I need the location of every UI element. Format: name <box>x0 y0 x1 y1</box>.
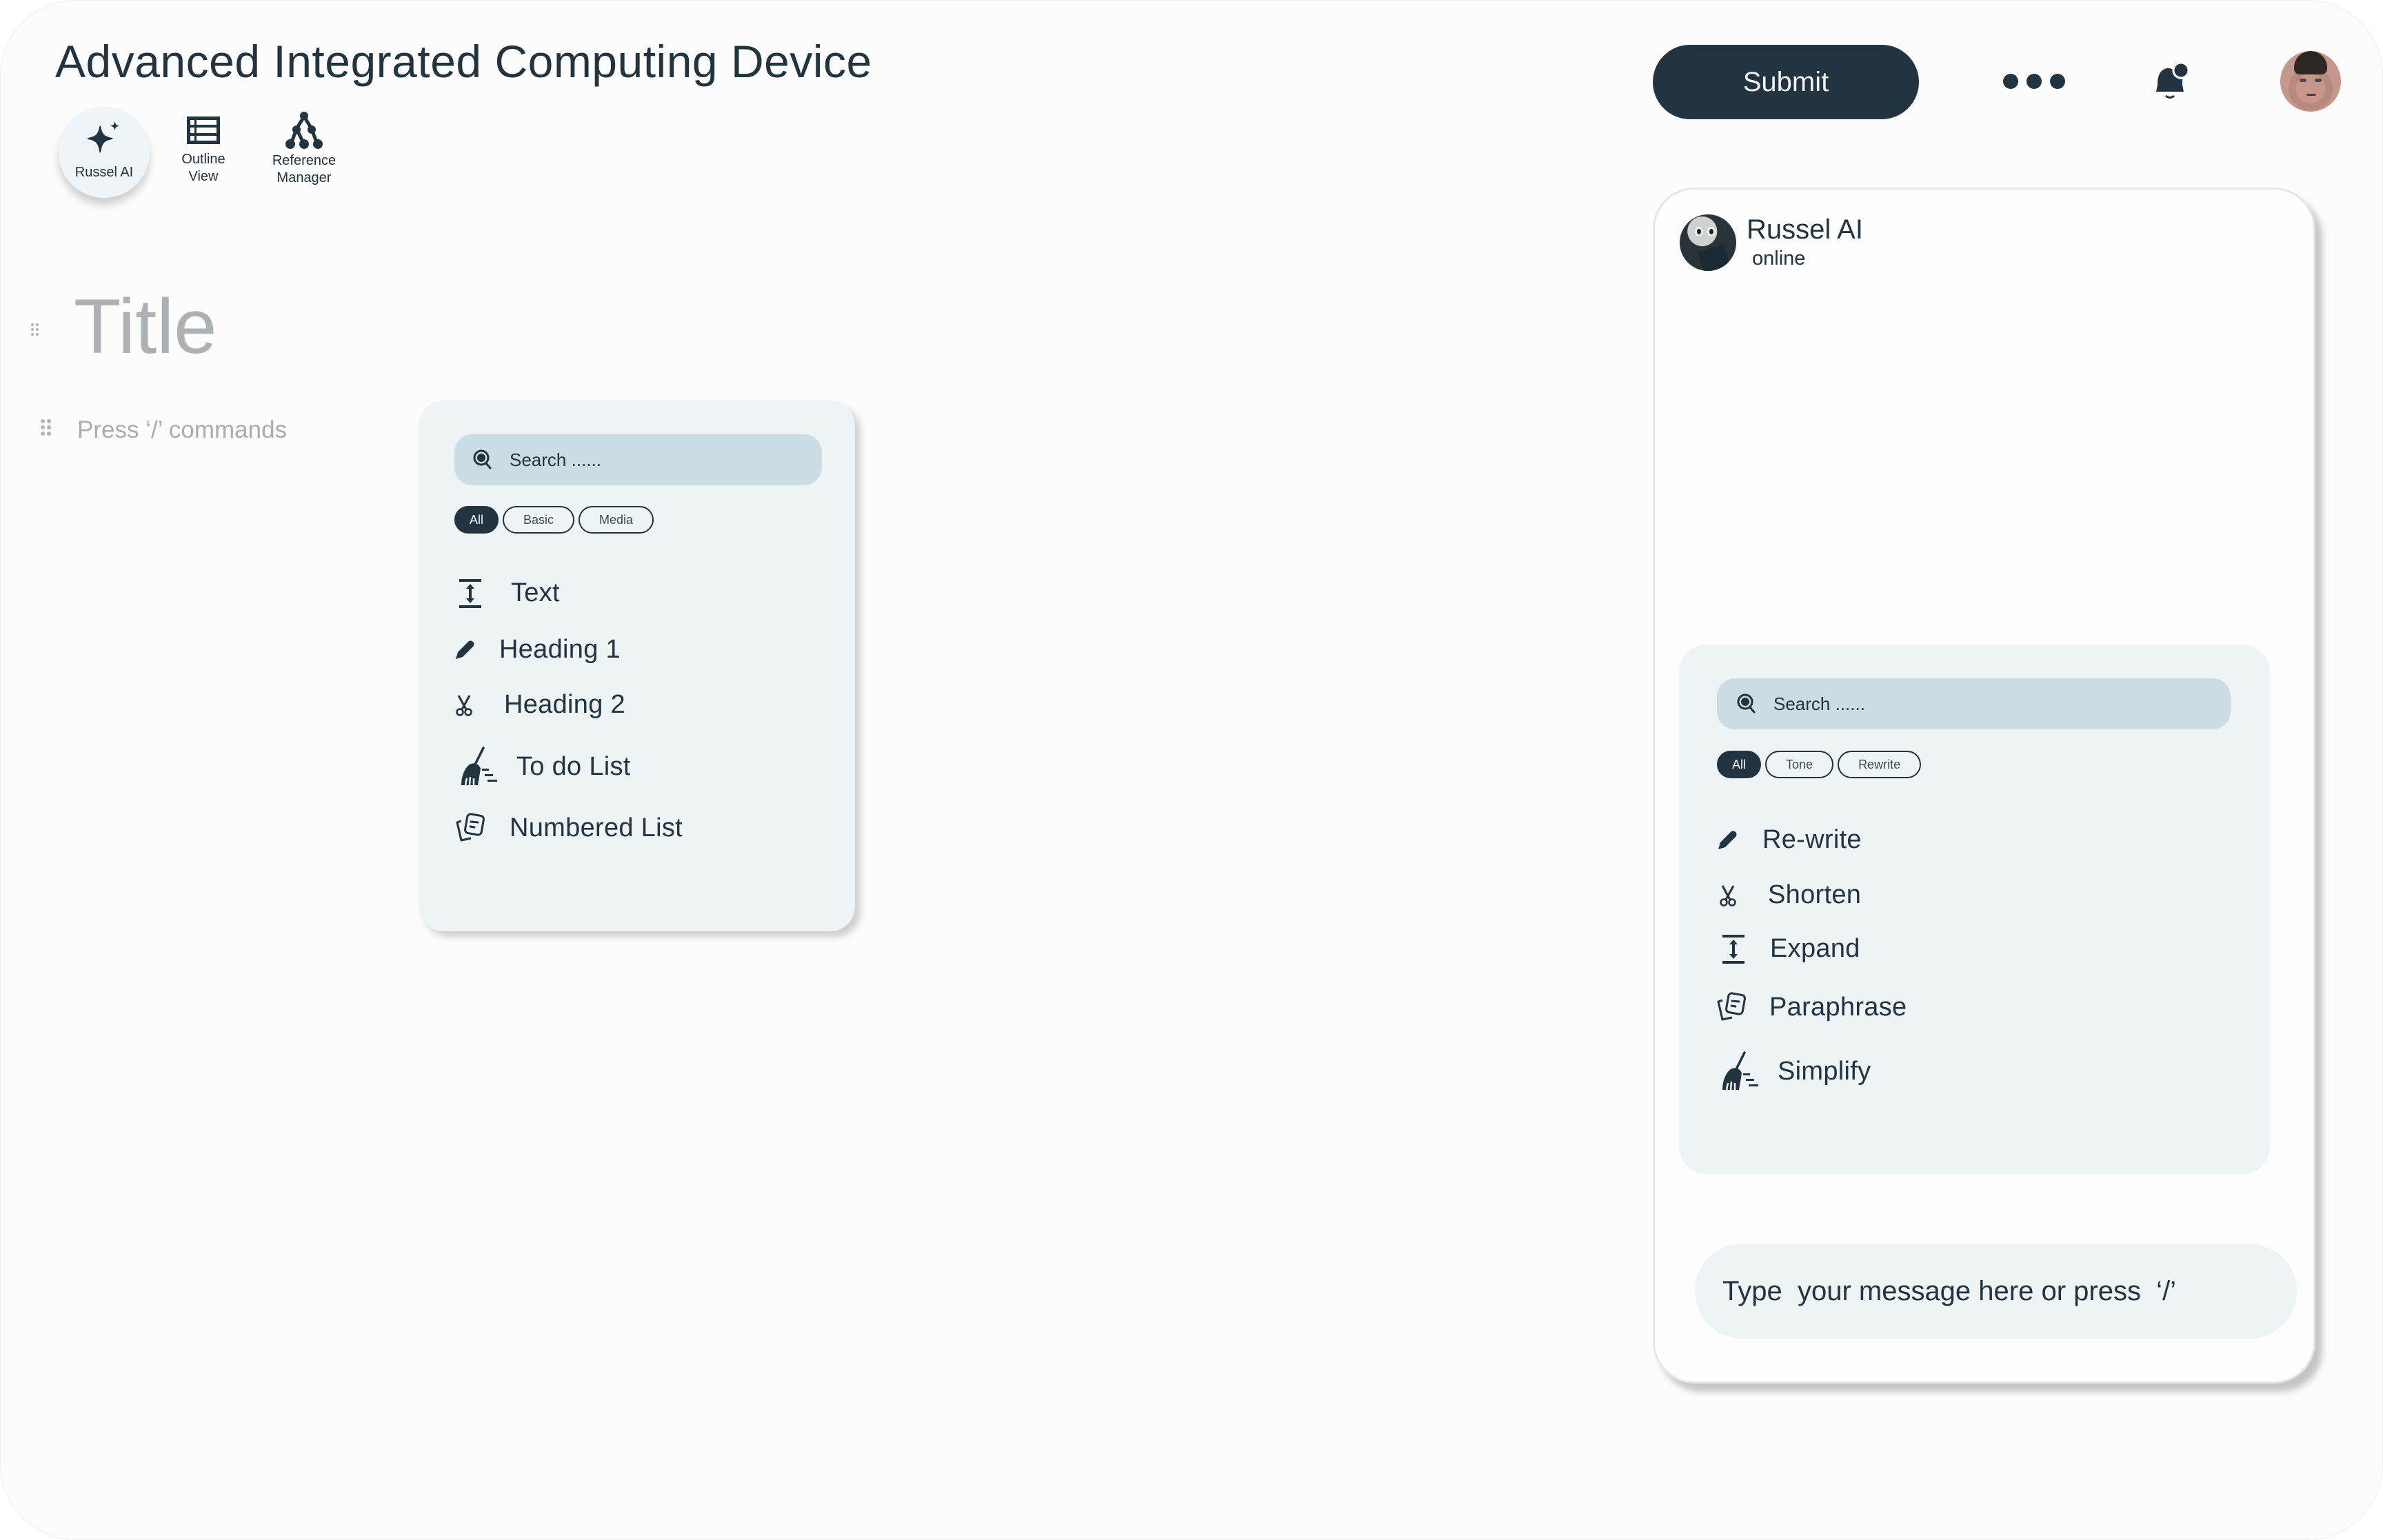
menu-item-label: Shorten <box>1768 880 1862 909</box>
menu-item-label: Expand <box>1770 934 1860 963</box>
menu-item-to-do-list[interactable]: To do List <box>460 747 631 787</box>
menu-item-label: Text <box>511 578 560 607</box>
command-placeholder[interactable]: Press ‘/’ commands <box>77 416 287 444</box>
sparkle-icon <box>87 121 120 152</box>
menu-item-label: Heading 2 <box>504 690 625 719</box>
menu-item-text[interactable]: Text <box>459 578 560 608</box>
more-horizontal-icon <box>2027 74 2042 89</box>
more-horizontal-icon <box>2003 74 2018 89</box>
toolbar-reference-manager[interactable]: Reference Manager <box>263 111 345 187</box>
block-command-menu: Search ...... All Basic Media Text Headi… <box>419 401 855 931</box>
search-placeholder: Search ...... <box>510 449 601 470</box>
filter-chip-basic[interactable]: Basic <box>503 506 575 534</box>
pencil-icon <box>1718 831 1737 849</box>
scissors-icon <box>1720 884 1736 906</box>
menu-item-heading-1[interactable]: Heading 1 <box>454 635 621 665</box>
menu-item-label: Numbered List <box>510 813 683 842</box>
ai-item-paraphrase[interactable]: Paraphrase <box>1717 992 1907 1022</box>
filter-chip-all[interactable]: All <box>454 506 499 534</box>
menu-item-label: Simplify <box>1778 1056 1871 1086</box>
drag-handle[interactable] <box>41 419 51 436</box>
filter-chip-media[interactable]: Media <box>579 506 654 534</box>
filter-chip-tone[interactable]: Tone <box>1765 751 1834 778</box>
scissors-icon <box>456 694 472 716</box>
expand-vertical-icon <box>459 578 481 608</box>
submit-button[interactable]: Submit <box>1653 45 1919 119</box>
ai-item-expand[interactable]: Expand <box>1722 934 1860 964</box>
ai-filter-chips: All Tone Rewrite <box>1717 751 1922 778</box>
menu-item-label: Paraphrase <box>1769 992 1907 1022</box>
more-horizontal-icon <box>2050 74 2065 89</box>
search-icon <box>1737 693 1756 713</box>
drag-handle[interactable] <box>31 323 39 336</box>
block-search-input[interactable]: Search ...... <box>454 434 822 485</box>
toolbar-russel-ai[interactable]: Russel AI <box>59 107 150 198</box>
chat-panel: Russel AI online Search ...... All Tone … <box>1653 188 2315 1384</box>
broom-icon <box>1722 1051 1758 1091</box>
menu-item-label: To do List <box>516 751 631 781</box>
cards-icon <box>456 813 485 842</box>
block-filter-chips: All Basic Media <box>454 506 654 534</box>
bot-avatar <box>1680 214 1736 271</box>
bot-status: online <box>1752 247 1806 270</box>
ai-item-shorten[interactable]: Shorten <box>1718 880 1861 910</box>
toolbar-label: Outline View <box>181 152 225 184</box>
tree-icon <box>285 112 323 149</box>
search-placeholder: Search ...... <box>1773 693 1865 714</box>
menu-item-label: Heading 1 <box>499 635 621 664</box>
ai-search-input[interactable]: Search ...... <box>1717 678 2231 729</box>
bell-with-badge-icon[interactable] <box>2152 61 2192 103</box>
app-frame: Advanced Integrated Computing Device Rus… <box>0 0 2383 1540</box>
toolbar-outline-view[interactable]: Outline View <box>170 116 237 185</box>
more-options-button[interactable] <box>2003 70 2065 93</box>
user-avatar[interactable] <box>2280 51 2341 112</box>
expand-vertical-icon <box>1722 934 1744 964</box>
menu-item-label: Re-write <box>1762 825 1862 854</box>
pencil-icon <box>456 640 474 659</box>
document-title: Advanced Integrated Computing Device <box>55 36 872 87</box>
filter-chip-rewrite[interactable]: Rewrite <box>1838 751 1922 778</box>
toolbar-label: Russel AI <box>74 164 134 180</box>
bot-name: Russel AI <box>1747 214 1863 245</box>
list-icon <box>187 116 220 144</box>
filter-chip-all[interactable]: All <box>1717 751 1762 778</box>
menu-item-heading-2[interactable]: Heading 2 <box>454 690 625 720</box>
toolbar-label: Reference Manager <box>272 153 336 185</box>
ai-item-re-write[interactable]: Re-write <box>1717 825 1862 855</box>
chat-message-input[interactable] <box>1695 1244 2297 1339</box>
title-placeholder[interactable]: Title <box>74 282 217 371</box>
ai-item-simplify[interactable]: Simplify <box>1721 1051 1871 1091</box>
search-icon <box>473 449 492 469</box>
cards-icon <box>1717 992 1746 1021</box>
menu-item-numbered-list[interactable]: Numbered List <box>456 813 683 843</box>
broom-icon <box>461 747 497 786</box>
ai-command-menu: Search ...... All Tone Rewrite Re-write … <box>1679 645 2270 1174</box>
